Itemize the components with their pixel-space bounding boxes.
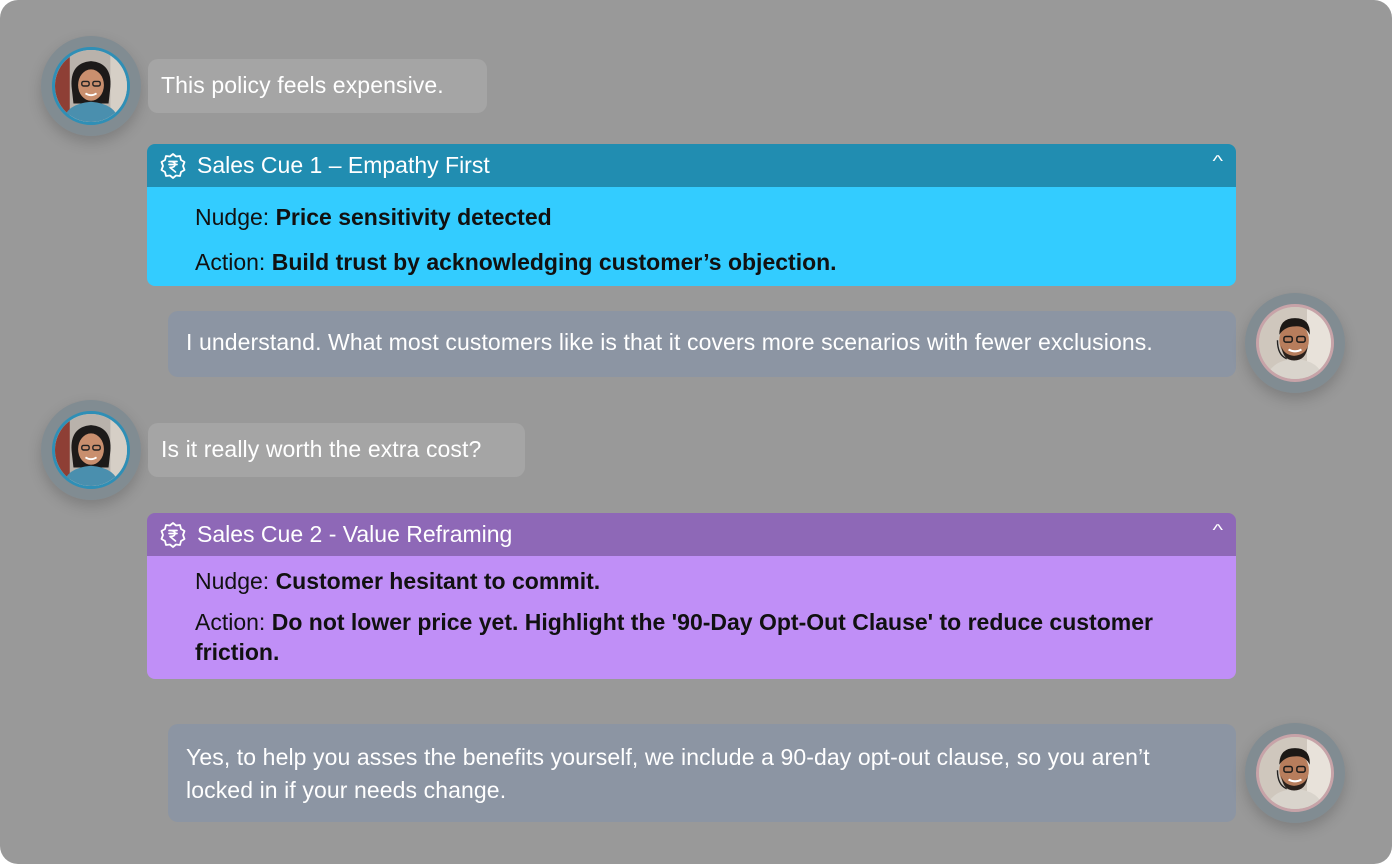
- agent-avatar: [1245, 723, 1345, 823]
- sales-cue-2-nudge: Nudge: Customer hesitant to commit.: [195, 568, 601, 594]
- sales-cue-2-body: Nudge: Customer hesitant to commit. Acti…: [147, 556, 1236, 679]
- sales-cue-2: Sales Cue 2 - Value Reframing ^ Nudge: C…: [147, 513, 1236, 679]
- agent-message-2: Yes, to help you asses the benefits your…: [168, 724, 1236, 822]
- customer-portrait-icon: [55, 414, 127, 486]
- agent-message-1: I understand. What most customers like i…: [168, 311, 1236, 377]
- sales-cue-2-header[interactable]: Sales Cue 2 - Value Reframing ^: [147, 513, 1236, 556]
- customer-avatar: [41, 400, 141, 500]
- agent-portrait-icon: [1259, 307, 1331, 379]
- customer-portrait-icon: [55, 50, 127, 122]
- customer-message-2: Is it really worth the extra cost?: [148, 423, 525, 477]
- customer-avatar: [41, 36, 141, 136]
- sales-cue-1-title: Sales Cue 1 – Empathy First: [197, 152, 490, 178]
- sales-cue-1-body: Nudge: Price sensitivity detected Action…: [147, 187, 1236, 286]
- agent-portrait-icon: [1259, 737, 1331, 809]
- chevron-up-icon[interactable]: ^: [1213, 153, 1224, 171]
- chat-canvas: This policy feels expensive. Sales Cue 1…: [0, 0, 1392, 864]
- rupee-badge-icon: [159, 521, 187, 549]
- sales-cue-1-action: Action: Build trust by acknowledging cus…: [195, 249, 837, 275]
- sales-cue-2-action: Action: Do not lower price yet. Highligh…: [195, 609, 1153, 665]
- agent-avatar: [1245, 293, 1345, 393]
- rupee-badge-icon: [159, 152, 187, 180]
- sales-cue-1: Sales Cue 1 – Empathy First ^ Nudge: Pri…: [147, 144, 1236, 286]
- chevron-up-icon[interactable]: ^: [1213, 522, 1224, 540]
- sales-cue-2-title: Sales Cue 2 - Value Reframing: [197, 521, 513, 547]
- sales-cue-1-header[interactable]: Sales Cue 1 – Empathy First ^: [147, 144, 1236, 187]
- customer-message-1: This policy feels expensive.: [148, 59, 487, 113]
- sales-cue-1-nudge: Nudge: Price sensitivity detected: [195, 204, 552, 230]
